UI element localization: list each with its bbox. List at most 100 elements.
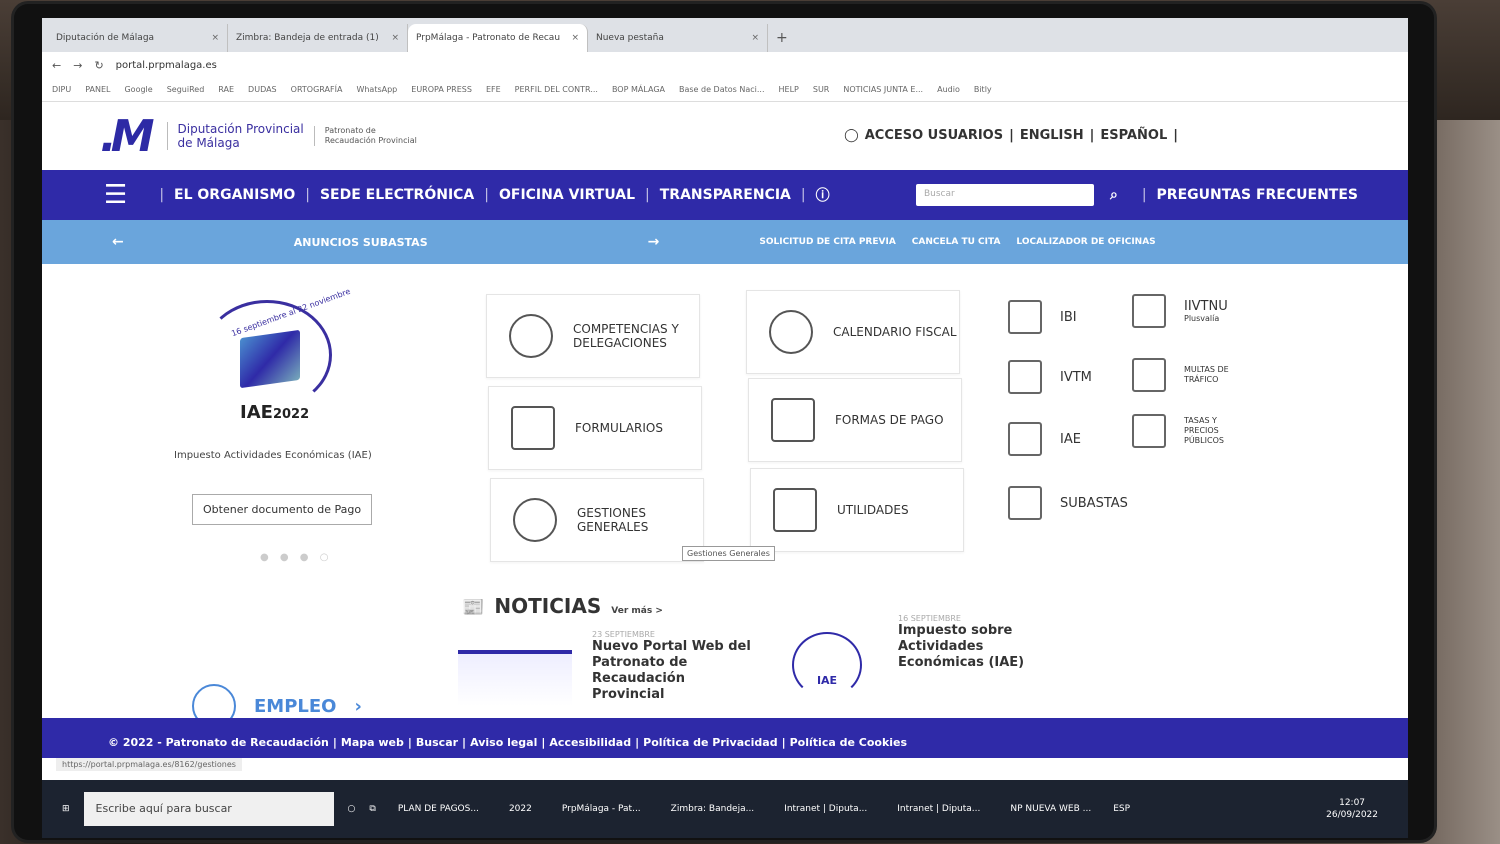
- bookmark[interactable]: Bitly: [974, 85, 992, 94]
- menu-icon[interactable]: ☰: [104, 180, 127, 210]
- close-icon[interactable]: ×: [751, 33, 759, 43]
- footer-link[interactable]: Buscar: [416, 736, 458, 758]
- bookmark[interactable]: NOTICIAS JUNTA E...: [843, 85, 923, 94]
- task-view-icon[interactable]: ⧉: [369, 804, 375, 814]
- tax-tasas[interactable]: TASAS Y PRECIOS PÚBLICOS: [1132, 414, 1244, 448]
- city-icon: [1132, 294, 1166, 328]
- bookmark[interactable]: EFE: [486, 85, 501, 94]
- news-headline[interactable]: Impuesto sobre Actividades Económicas (I…: [898, 623, 1048, 671]
- footer-link[interactable]: Accesibilidad: [549, 736, 631, 758]
- nav-transparencia[interactable]: TRANSPARENCIA: [660, 187, 791, 203]
- taskbar-app[interactable]: NP NUEVA WEB ...: [1002, 800, 1099, 818]
- tab-nueva[interactable]: Nueva pestaña ×: [588, 24, 768, 52]
- bookmark[interactable]: PANEL: [85, 85, 110, 94]
- language-indicator[interactable]: ESP: [1113, 804, 1130, 814]
- ticket-icon: [1132, 358, 1166, 392]
- arrow-right-icon[interactable]: →: [648, 234, 660, 250]
- taskbar-app[interactable]: Intranet | Diputa...: [889, 800, 988, 818]
- taskbar-search[interactable]: Escribe aquí para buscar: [83, 792, 334, 826]
- new-tab-icon[interactable]: +: [776, 30, 788, 46]
- news-item[interactable]: 23 SEPTIEMBRE Nuevo Portal Web del Patron…: [592, 630, 752, 703]
- search-input[interactable]: Buscar: [915, 184, 1094, 206]
- espanol-link[interactable]: ESPAÑOL: [1100, 128, 1167, 143]
- close-icon[interactable]: ×: [391, 33, 399, 43]
- acceso-usuarios-link[interactable]: ACCESO USUARIOS: [865, 128, 1003, 143]
- bookmark[interactable]: BOP MÁLAGA: [612, 85, 665, 94]
- forward-icon[interactable]: →: [73, 59, 82, 72]
- faq-link[interactable]: PREGUNTAS FRECUENTES: [1157, 187, 1358, 203]
- bookmark[interactable]: Audio: [937, 85, 960, 94]
- card-label: UTILIDADES: [837, 503, 909, 517]
- tax-ivtm[interactable]: IVTM: [1008, 360, 1092, 394]
- news-thumbnail-iae[interactable]: IAE: [792, 632, 862, 698]
- tab-label: PrpMálaga - Patronato de Recau: [416, 33, 561, 43]
- tax-label: MULTAS DE TRÁFICO: [1184, 365, 1229, 384]
- card-label: COMPETENCIAS Y DELEGACIONES: [573, 322, 679, 350]
- gavel-icon: [1008, 486, 1042, 520]
- taskbar-app[interactable]: PrpMálaga - Pat...: [554, 800, 649, 818]
- news-thumbnail[interactable]: [458, 650, 572, 706]
- bookmark[interactable]: EUROPA PRESS: [411, 85, 472, 94]
- clock[interactable]: 12:07 26/09/2022: [1326, 797, 1378, 821]
- english-link[interactable]: ENGLISH: [1020, 128, 1084, 143]
- org-name: Diputación Provincial de Málaga: [166, 122, 304, 150]
- footer-link[interactable]: Mapa web: [341, 736, 404, 758]
- tax-iae[interactable]: IAE: [1008, 422, 1081, 456]
- nav-sede[interactable]: SEDE ELECTRÓNICA: [320, 187, 474, 203]
- card-competencias[interactable]: COMPETENCIAS Y DELEGACIONES: [486, 294, 700, 378]
- announcement-title[interactable]: ANUNCIOS SUBASTAS: [294, 236, 428, 249]
- nav-organismo[interactable]: EL ORGANISMO: [174, 187, 295, 203]
- logo[interactable]: .M: [100, 111, 154, 162]
- taskbar-app[interactable]: Zimbra: Bandeja...: [663, 800, 763, 818]
- tab-zimbra[interactable]: Zimbra: Bandeja de entrada (1) ×: [228, 24, 408, 52]
- bookmark[interactable]: RAE: [218, 85, 234, 94]
- tab-diputacion[interactable]: Diputación de Málaga ×: [48, 24, 228, 52]
- bookmark[interactable]: Google: [124, 85, 152, 94]
- obtener-documento-button[interactable]: Obtener documento de Pago: [192, 494, 373, 525]
- tax-ibi[interactable]: IBI: [1008, 300, 1077, 334]
- cancela-cita-link[interactable]: CANCELA TU CITA: [912, 237, 1001, 247]
- card-formas-pago[interactable]: FORMAS DE PAGO: [748, 378, 962, 462]
- bookmark[interactable]: HELP: [779, 85, 799, 94]
- bookmark[interactable]: SeguiRed: [167, 85, 205, 94]
- cortana-icon[interactable]: ○: [348, 804, 356, 814]
- search-icon[interactable]: ⌕: [1110, 187, 1118, 203]
- tax-multas[interactable]: MULTAS DE TRÁFICO: [1132, 358, 1244, 392]
- ver-mas-link[interactable]: Ver más >: [611, 606, 663, 616]
- close-icon[interactable]: ×: [571, 33, 579, 43]
- footer-link[interactable]: Aviso legal: [470, 736, 537, 758]
- news-item[interactable]: 16 SEPTIEMBRE Impuesto sobre Actividades …: [898, 614, 1048, 671]
- windows-start-icon[interactable]: ⊞: [62, 804, 70, 814]
- tax-subastas[interactable]: SUBASTAS: [1008, 486, 1128, 520]
- tab-prpmalaga[interactable]: PrpMálaga - Patronato de Recau ×: [408, 24, 588, 52]
- info-icon[interactable]: ⓘ: [816, 185, 830, 205]
- taskbar-app[interactable]: Intranet | Diputa...: [776, 800, 875, 818]
- bookmark[interactable]: ORTOGRAFÍA: [291, 85, 343, 94]
- bookmark[interactable]: SUR: [813, 85, 830, 94]
- localizador-link[interactable]: LOCALIZADOR DE OFICINAS: [1016, 237, 1155, 247]
- taskbar-app[interactable]: PLAN DE PAGOS...: [390, 800, 487, 818]
- taskbar-app[interactable]: 2022: [501, 800, 540, 818]
- card-utilidades[interactable]: UTILIDADES: [750, 468, 964, 552]
- reload-icon[interactable]: ↻: [94, 59, 103, 72]
- footer-link[interactable]: Política de Cookies: [790, 736, 907, 758]
- tax-iivtnu[interactable]: IIVTNU Plusvalía: [1132, 294, 1228, 328]
- cita-previa-link[interactable]: SOLICITUD DE CITA PREVIA: [759, 237, 895, 247]
- address-bar: ← → ↻ portal.prpmalaga.es: [42, 52, 1408, 78]
- news-headline[interactable]: Nuevo Portal Web del Patronato de Recaud…: [592, 639, 752, 703]
- card-formularios[interactable]: FORMULARIOS: [488, 386, 702, 470]
- bookmark[interactable]: Base de Datos Naci...: [679, 85, 765, 94]
- bookmark[interactable]: PERFIL DEL CONTR...: [515, 85, 598, 94]
- url-field[interactable]: portal.prpmalaga.es: [116, 60, 217, 71]
- arrow-left-icon[interactable]: ←: [112, 234, 124, 250]
- back-icon[interactable]: ←: [52, 59, 61, 72]
- close-icon[interactable]: ×: [211, 33, 219, 43]
- carousel-dots[interactable]: ● ● ● ○: [260, 552, 332, 563]
- card-calendario[interactable]: CALENDARIO FISCAL: [746, 290, 960, 374]
- bookmark[interactable]: WhatsApp: [356, 85, 397, 94]
- card-gestiones[interactable]: GESTIONES GENERALES: [490, 478, 704, 562]
- nav-oficina[interactable]: OFICINA VIRTUAL: [499, 187, 635, 203]
- footer-link[interactable]: Política de Privacidad: [643, 736, 777, 758]
- bookmark[interactable]: DIPU: [52, 85, 71, 94]
- bookmark[interactable]: DUDAS: [248, 85, 277, 94]
